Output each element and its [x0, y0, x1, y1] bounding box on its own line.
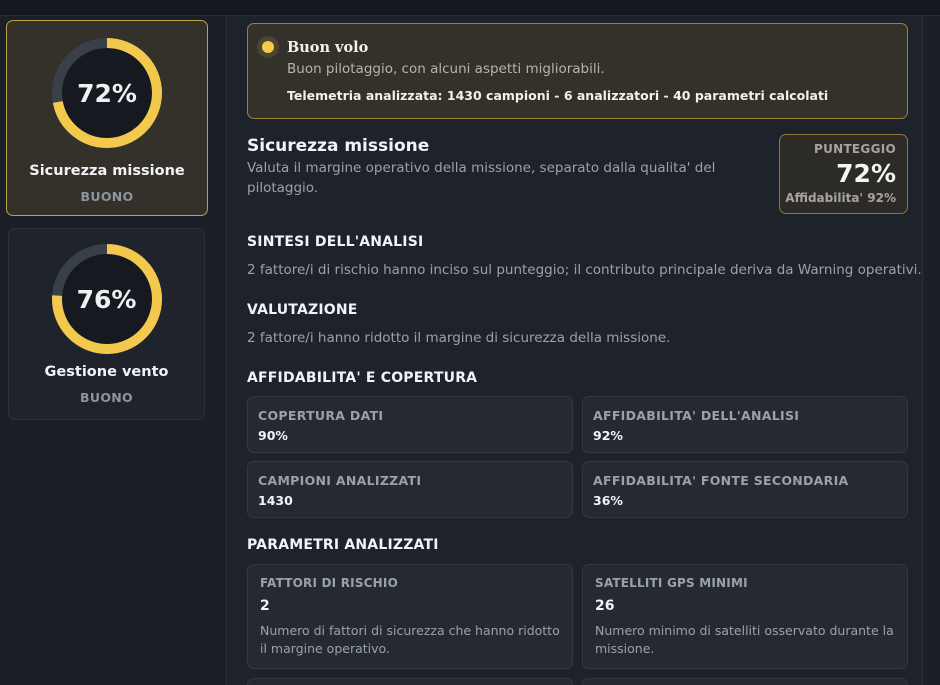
gauge-value: 76%: [76, 284, 137, 314]
gauge-level-badge: BUONO: [80, 390, 133, 405]
parameter-value: 2: [260, 598, 270, 614]
parameter-card-partial: [582, 678, 908, 685]
score-sidebar: 72% Sicurezza missione BUONO 76% Gestion…: [0, 16, 214, 685]
score-reliability: Affidabilita' 92%: [785, 191, 896, 205]
top-bar: [0, 0, 940, 16]
metric-card: AFFIDABILITA' DELL'ANALISI 92%: [582, 396, 908, 453]
metric-card: AFFIDABILITA' FONTE SECONDARIA 36%: [582, 461, 908, 518]
parameter-card-partial: [247, 678, 573, 685]
parameter-description: Numero di fattori di sicurezza che hanno…: [260, 623, 560, 656]
gauge-name: Gestione vento: [44, 364, 169, 380]
flight-result-banner: Buon volo Buon pilotaggio, con alcuni as…: [247, 23, 908, 119]
parameter-card: SATELLITI GPS MINIMI 26 Numero minimo di…: [582, 564, 908, 669]
score-box: PUNTEGGIO 72% Affidabilita' 92%: [779, 134, 908, 214]
banner-title: Buon volo: [287, 39, 369, 56]
gauge-card-wind-management[interactable]: 76% Gestione vento BUONO: [8, 228, 205, 420]
gauge-level-badge: BUONO: [80, 189, 134, 204]
parameter-value: 26: [595, 598, 615, 614]
metric-label: COPERTURA DATI: [258, 408, 384, 423]
metric-value: 36%: [593, 493, 623, 508]
parameter-card: FATTORI DI RISCHIO 2 Numero di fattori d…: [247, 564, 573, 669]
metric-value: 92%: [593, 428, 623, 443]
metric-label: CAMPIONI ANALIZZATI: [258, 473, 422, 488]
score-label: PUNTEGGIO: [813, 142, 896, 156]
status-dot-icon: [257, 36, 279, 58]
coverage-heading: AFFIDABILITA' E COPERTURA: [247, 370, 478, 386]
score-value: 72%: [836, 159, 896, 188]
banner-subtitle: Buon pilotaggio, con alcuni aspetti migl…: [287, 61, 605, 77]
parameters-heading: PARAMETRI ANALIZZATI: [247, 537, 439, 553]
gauge-card-mission-safety[interactable]: 72% Sicurezza missione BUONO: [6, 20, 208, 216]
metric-value: 1430: [258, 493, 293, 508]
gauge-ring: 76%: [51, 243, 163, 355]
telemetry-summary: Telemetria analizzata: 1430 campioni - 6…: [287, 88, 829, 103]
metric-card: COPERTURA DATI 90%: [247, 396, 573, 453]
metric-value: 90%: [258, 428, 288, 443]
gauge-value: 72%: [77, 78, 137, 108]
evaluation-text: 2 fattore/i hanno ridotto il margine di …: [247, 330, 671, 346]
gauge-name: Sicurezza missione: [29, 163, 185, 179]
parameter-label: FATTORI DI RISCHIO: [260, 576, 398, 590]
parameter-description: Numero minimo di satelliti osservato dur…: [595, 623, 894, 656]
analysis-panel: Buon volo Buon pilotaggio, con alcuni as…: [226, 16, 923, 685]
metric-label: AFFIDABILITA' DELL'ANALISI: [593, 408, 800, 423]
section-title: Sicurezza missione: [247, 136, 430, 156]
metric-card: CAMPIONI ANALIZZATI 1430: [247, 461, 573, 518]
gauge-ring: 72%: [51, 37, 163, 149]
metric-label: AFFIDABILITA' FONTE SECONDARIA: [593, 473, 849, 488]
parameter-label: SATELLITI GPS MINIMI: [595, 576, 748, 590]
section-description: Valuta il margine operativo della missio…: [247, 160, 716, 196]
evaluation-heading: VALUTAZIONE: [247, 302, 358, 318]
right-gutter: [923, 16, 940, 685]
summary-text: 2 fattore/i di rischio hanno inciso sul …: [247, 262, 922, 278]
summary-heading: SINTESI DELL'ANALISI: [247, 234, 424, 250]
